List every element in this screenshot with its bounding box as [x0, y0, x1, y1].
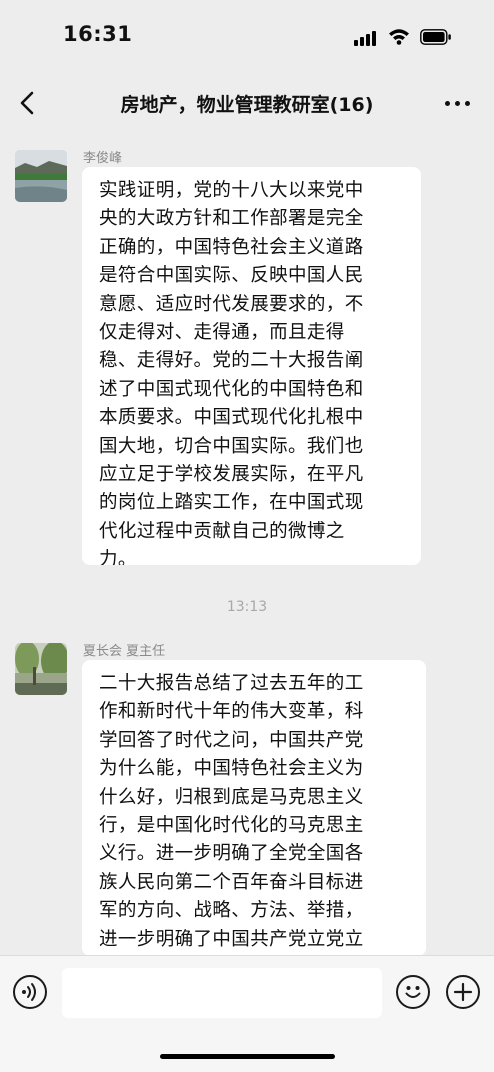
avatar-sender-2[interactable]	[15, 643, 67, 695]
trees-avatar-image	[15, 643, 67, 695]
nav-bar: 房地产，物业管理教研室(16)	[0, 76, 494, 132]
plus-button[interactable]	[446, 975, 480, 1009]
status-bar: 16:31	[0, 0, 494, 70]
landscape-avatar-image	[15, 150, 67, 202]
sender-name-2: 夏长会 夏主任	[83, 644, 166, 659]
more-dots-icon	[445, 101, 450, 106]
message-bubble-2[interactable]: 二十大报告总结了过去五年的工 作和新时代十年的伟大变革，科 学回答了时代之问，中…	[82, 660, 426, 956]
more-button[interactable]	[443, 92, 473, 114]
wifi-icon	[389, 29, 409, 45]
message-bubble-1[interactable]: 实践证明，党的十八大以来党中 央的大政方针和工作部署是完全 正确的，中国特色社会…	[82, 167, 421, 565]
input-bar	[0, 955, 494, 1072]
emoji-button[interactable]	[396, 975, 430, 1009]
message-input[interactable]	[62, 968, 382, 1018]
voice-button[interactable]	[13, 975, 47, 1009]
battery-icon	[420, 29, 451, 45]
emoji-icon	[405, 986, 421, 998]
chevron-left-icon	[20, 91, 34, 115]
back-button[interactable]	[14, 88, 44, 118]
sender-name-1: 李俊峰	[83, 151, 123, 166]
chat-title: 房地产，物业管理教研室(16)	[120, 94, 374, 116]
voice-icon	[22, 983, 36, 1001]
plus-icon	[453, 982, 473, 1002]
avatar-sender-1[interactable]	[15, 150, 67, 202]
time-divider: 13:13	[226, 599, 268, 615]
status-time: 16:31	[63, 22, 133, 46]
home-indicator	[160, 1054, 335, 1059]
signal-icon	[354, 30, 378, 46]
